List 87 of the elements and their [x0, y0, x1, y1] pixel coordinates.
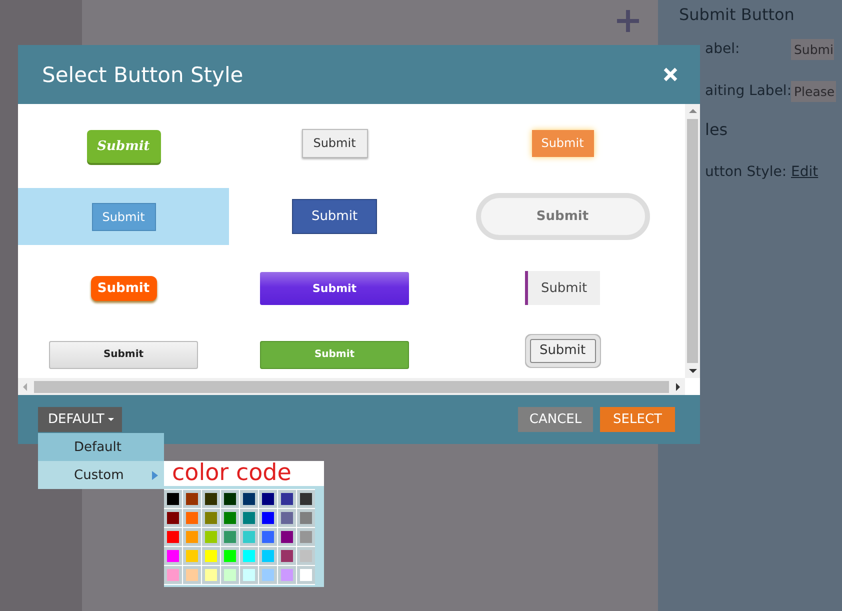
color-swatch[interactable]: [164, 566, 182, 584]
field-label: abel:: [705, 41, 741, 57]
color-swatch[interactable]: [240, 566, 258, 584]
submit-button-sample: Submit: [260, 340, 409, 368]
color-swatch[interactable]: [164, 509, 182, 527]
submit-button-sample: Submit: [476, 193, 650, 240]
submit-button-sample: Submit: [260, 272, 409, 304]
scroll-left-icon[interactable]: [22, 382, 28, 390]
submit-button-sample: Submit: [86, 130, 160, 162]
caret-icon: [108, 418, 114, 422]
style-option[interactable]: Submit: [440, 104, 685, 188]
scroll-right-icon[interactable]: [675, 382, 681, 390]
text-field[interactable]: Submi: [791, 38, 834, 60]
plus-icon[interactable]: [616, 9, 640, 33]
cancel-button[interactable]: CANCEL: [518, 407, 593, 432]
style-dropdown[interactable]: DEFAULT: [38, 407, 122, 432]
color-swatch[interactable]: [278, 509, 296, 527]
color-swatch[interactable]: [240, 490, 258, 508]
vertical-scrollbar[interactable]: [685, 104, 700, 378]
color-swatch[interactable]: [221, 509, 239, 527]
color-swatch[interactable]: [259, 547, 277, 565]
style-option[interactable]: Submit: [18, 331, 229, 378]
scroll-down-icon[interactable]: [688, 368, 696, 374]
color-swatch[interactable]: [202, 509, 220, 527]
style-option[interactable]: Submit: [18, 188, 229, 245]
menu-item[interactable]: Custom: [38, 461, 164, 489]
submit-button-sample: Submit: [92, 202, 156, 230]
color-swatch[interactable]: [278, 566, 296, 584]
color-swatch[interactable]: [240, 509, 258, 527]
style-option[interactable]: Submit: [440, 188, 685, 245]
color-swatch[interactable]: [240, 547, 258, 565]
color-swatch[interactable]: [221, 547, 239, 565]
field-label: aiting Label:: [705, 83, 791, 99]
edit-link[interactable]: Edit: [791, 164, 818, 180]
scroll-up-icon[interactable]: [688, 108, 696, 114]
color-swatch[interactable]: [278, 490, 296, 508]
color-swatch[interactable]: [164, 547, 182, 565]
color-swatch[interactable]: [183, 490, 201, 508]
color-swatch[interactable]: [259, 528, 277, 546]
color-swatch[interactable]: [183, 509, 201, 527]
submit-button-sample: Submit: [292, 199, 377, 234]
color-swatch[interactable]: [183, 528, 201, 546]
color-swatch[interactable]: [278, 547, 296, 565]
style-option[interactable]: Submit: [229, 104, 440, 188]
style-option[interactable]: Submit: [229, 331, 440, 378]
color-swatch[interactable]: [202, 528, 220, 546]
style-option[interactable]: Submit: [229, 245, 440, 331]
text-field[interactable]: Please: [791, 80, 836, 102]
color-swatch[interactable]: [297, 528, 315, 546]
field-label: utton Style:: [705, 164, 788, 180]
style-option[interactable]: Submit: [440, 331, 685, 378]
color-swatch[interactable]: [183, 547, 201, 565]
color-swatch[interactable]: [297, 566, 315, 584]
color-swatch[interactable]: [221, 490, 239, 508]
color-swatch[interactable]: [278, 528, 296, 546]
color-swatch[interactable]: [221, 528, 239, 546]
menu-item[interactable]: Default: [38, 433, 164, 461]
color-swatch[interactable]: [297, 490, 315, 508]
submit-button-sample: Submit: [90, 276, 156, 300]
color-swatch[interactable]: [202, 547, 220, 565]
color-swatch[interactable]: [183, 566, 201, 584]
submit-button-sample: Submit: [532, 130, 594, 156]
submit-button-sample: Submit: [49, 340, 198, 368]
color-picker-title: color code: [164, 461, 324, 486]
close-icon[interactable]: [663, 67, 678, 82]
style-option[interactable]: Submit: [440, 245, 685, 331]
color-swatch[interactable]: [259, 566, 277, 584]
dialog-title: Select Button Style: [42, 62, 244, 86]
style-option[interactable]: Submit: [18, 245, 229, 331]
color-swatch[interactable]: [164, 490, 182, 508]
color-swatch[interactable]: [164, 528, 182, 546]
color-swatch[interactable]: [259, 490, 277, 508]
color-swatch[interactable]: [297, 509, 315, 527]
select-button[interactable]: SELECT: [600, 407, 675, 432]
color-swatch[interactable]: [240, 528, 258, 546]
style-option[interactable]: Submit: [229, 188, 440, 245]
color-swatch[interactable]: [202, 566, 220, 584]
color-swatch[interactable]: [297, 547, 315, 565]
section-heading: les: [704, 120, 729, 139]
color-swatch[interactable]: [259, 509, 277, 527]
color-swatch[interactable]: [221, 566, 239, 584]
submit-button-sample: Submit: [302, 128, 368, 158]
color-swatch[interactable]: [202, 490, 220, 508]
submit-button-sample: Submit: [525, 271, 600, 305]
style-option[interactable]: Submit: [18, 104, 229, 188]
panel-title: Submit Button: [679, 5, 796, 24]
horizontal-scrollbar[interactable]: [18, 378, 685, 395]
